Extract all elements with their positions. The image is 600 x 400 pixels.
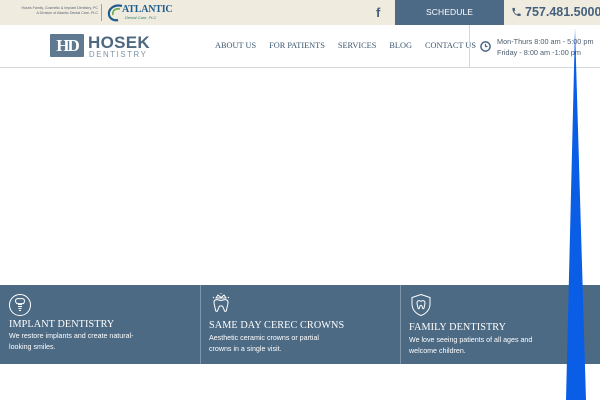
service-divider: [400, 285, 401, 364]
topbar-divider: [101, 4, 102, 21]
service-cerec-crowns[interactable]: SAME DAY CEREC CROWNS Aesthetic ceramic …: [209, 285, 399, 364]
brand-subtitle: DENTISTRY: [89, 50, 148, 59]
main-nav: ABOUT US FOR PATIENTS SERVICES BLOG CONT…: [215, 41, 489, 50]
atlantic-logo-subtitle: Dental Care, PLC: [125, 15, 157, 20]
header-divider: [469, 25, 470, 67]
phone-number-link[interactable]: 757.481.5000: [525, 5, 600, 19]
affiliation-line-2: A Division of Atlantic Dental Care, PLC: [36, 10, 98, 15]
service-family-dentistry[interactable]: FAMILY DENTISTRY We love seeing patients…: [409, 285, 559, 364]
scroll-indicator[interactable]: [566, 28, 586, 400]
clock-icon: [480, 41, 491, 52]
service-title: SAME DAY CEREC CROWNS: [209, 320, 345, 331]
services-band: IMPLANT DENTISTRY We restore implants an…: [0, 285, 600, 364]
nav-services[interactable]: SERVICES: [338, 41, 377, 50]
nav-about-us[interactable]: ABOUT US: [215, 41, 256, 50]
affiliation-text: Hosek Family, Cosmetic & Implant Dentist…: [8, 6, 98, 15]
schedule-appointment-button[interactable]: SCHEDULE APPOINTMENT: [395, 0, 504, 42]
hero-area: [0, 69, 600, 285]
implant-tooth-icon: [9, 294, 31, 316]
service-implant-dentistry[interactable]: IMPLANT DENTISTRY We restore implants an…: [9, 285, 199, 364]
service-title: IMPLANT DENTISTRY: [9, 319, 115, 330]
facebook-icon[interactable]: f: [376, 5, 380, 20]
service-description: We love seeing patients of all ages and …: [409, 336, 533, 355]
phone-icon: [512, 7, 521, 17]
crowned-tooth-icon: [212, 293, 230, 312]
nav-blog[interactable]: BLOG: [389, 41, 412, 50]
service-title: FAMILY DENTISTRY: [409, 322, 507, 333]
service-divider: [200, 285, 201, 364]
atlantic-logo-name: ATLANTIC: [122, 4, 173, 15]
site-header: HD HOSEK DENTISTRY ABOUT US FOR PATIENTS…: [0, 25, 600, 68]
service-description: Aesthetic ceramic crowns or partial crow…: [209, 334, 319, 353]
nav-for-patients[interactable]: FOR PATIENTS: [269, 41, 325, 50]
affiliation-line-1: Hosek Family, Cosmetic & Implant Dentist…: [21, 6, 98, 10]
shield-tooth-icon: [411, 293, 431, 317]
service-description: We restore implants and create natural-l…: [9, 332, 134, 351]
top-bar: Hosek Family, Cosmetic & Implant Dentist…: [0, 0, 600, 42]
logo-mark[interactable]: HD: [50, 34, 84, 57]
